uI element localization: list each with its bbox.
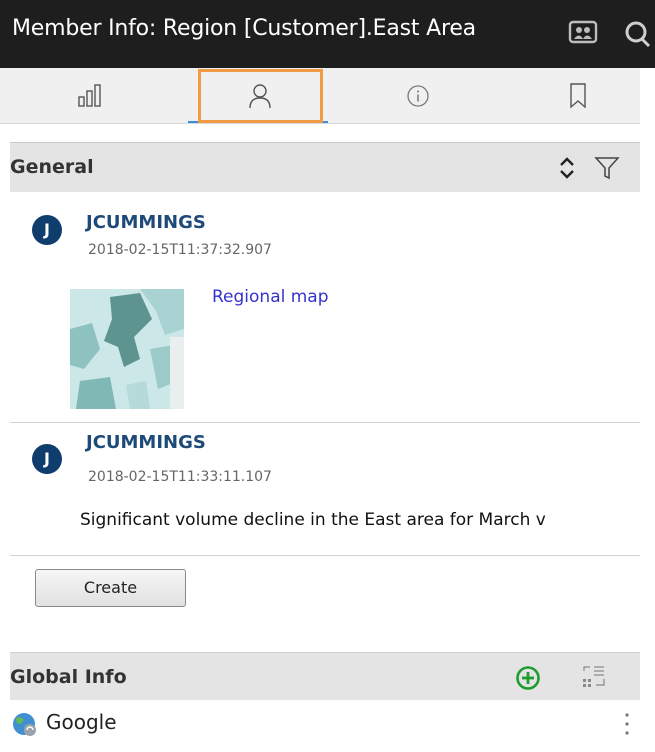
global-info-panel-title: Global Info: [10, 666, 127, 688]
general-panel-header[interactable]: General: [10, 142, 640, 192]
info-icon: [407, 85, 429, 107]
layout-toggle-icon[interactable]: [580, 663, 608, 695]
comment-item: J JCUMMINGS 2018-02-15T11:33:11.107 Sign…: [10, 424, 640, 556]
global-info-panel-header[interactable]: Global Info: [10, 652, 640, 702]
tab-bookmark[interactable]: [528, 68, 628, 124]
create-button[interactable]: Create: [35, 569, 186, 607]
add-icon[interactable]: [515, 665, 541, 695]
filter-icon[interactable]: [594, 156, 620, 184]
comment-timestamp: 2018-02-15T11:37:32.907: [88, 242, 272, 258]
bookmark-icon: [570, 83, 586, 109]
avatar: J: [32, 444, 62, 474]
globe-icon: [10, 710, 38, 738]
tab-chart[interactable]: [40, 68, 140, 124]
avatar: J: [32, 215, 62, 245]
attachment-link[interactable]: Regional map: [212, 287, 329, 307]
sort-icon[interactable]: [558, 156, 576, 184]
comment-author[interactable]: JCUMMINGS: [86, 212, 206, 233]
present-icon[interactable]: [568, 20, 598, 46]
global-info-item-label: Google: [46, 710, 117, 734]
search-icon[interactable]: [622, 14, 655, 54]
title-bar: Member Info: Region [Customer].East Area: [0, 0, 655, 68]
tab-focus-highlight: [198, 69, 323, 123]
general-panel-title: General: [10, 156, 94, 178]
more-options-icon[interactable]: [624, 710, 630, 742]
comment-timestamp: 2018-02-15T11:33:11.107: [88, 469, 272, 485]
comment-text: Significant volume decline in the East a…: [80, 510, 546, 530]
tab-info[interactable]: [368, 68, 468, 124]
window-title: Member Info: Region [Customer].East Area: [12, 16, 476, 41]
comment-item: J JCUMMINGS 2018-02-15T11:37:32.907 Regi…: [10, 193, 640, 423]
bar-chart-icon: [78, 84, 101, 107]
comment-author[interactable]: JCUMMINGS: [86, 432, 206, 453]
global-info-item[interactable]: Google: [10, 700, 640, 752]
map-thumbnail[interactable]: [70, 289, 184, 409]
